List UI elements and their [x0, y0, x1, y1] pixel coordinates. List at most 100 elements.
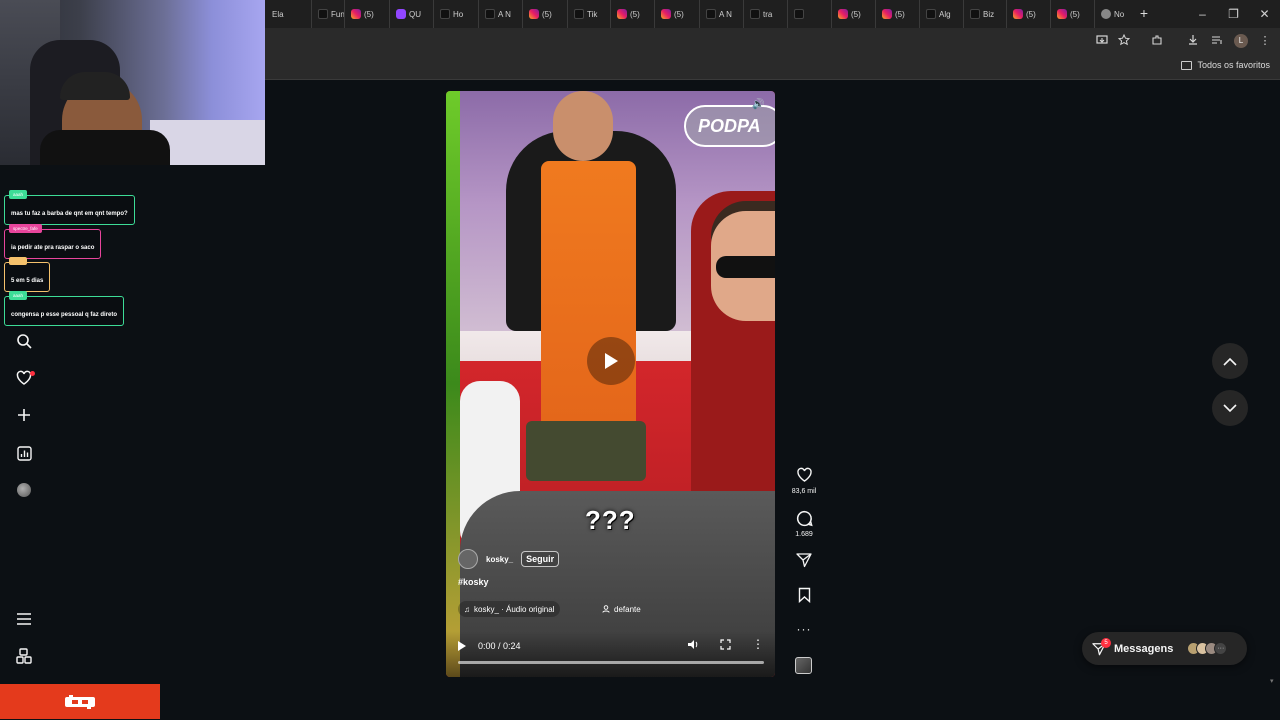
- volume-icon[interactable]: [687, 639, 699, 653]
- like-heart-icon[interactable]: [788, 467, 820, 485]
- sound-indicator-icon[interactable]: 🔊: [752, 99, 764, 110]
- share-action[interactable]: [788, 552, 820, 570]
- messages-button[interactable]: Messagens ···: [1082, 632, 1247, 665]
- audio-pill[interactable]: ♫ kosky_ · Áudio original: [458, 601, 561, 617]
- extensions-icon[interactable]: [1150, 34, 1164, 48]
- browser-tab-label: (5): [895, 9, 905, 19]
- author-avatar[interactable]: [458, 549, 478, 569]
- more-actions-icon[interactable]: ···: [788, 622, 820, 636]
- browser-tab[interactable]: (5): [610, 0, 654, 28]
- restore-button[interactable]: ❐: [1218, 0, 1249, 28]
- audio-label: kosky_ · Áudio original: [474, 604, 555, 614]
- threads-apps-icon[interactable]: [14, 646, 34, 666]
- save-action[interactable]: [788, 587, 820, 605]
- all-favorites-label: Todos os favoritos: [1197, 60, 1270, 70]
- video-man-head: [553, 91, 613, 161]
- bookmark-star-icon[interactable]: [1117, 33, 1131, 48]
- folder-icon: [1181, 60, 1193, 70]
- browser-tab[interactable]: No: [1094, 0, 1134, 28]
- person-icon: [602, 605, 610, 613]
- browser-tab[interactable]: (5): [654, 0, 699, 28]
- webcam-shirt: [40, 130, 170, 165]
- browser-tab-label: tra: [763, 9, 773, 19]
- video-controls: 0:00 / 0:24 ⋮: [446, 631, 775, 677]
- browser-tab-label: Ela: [272, 9, 284, 19]
- chat-message: spectre_fafeia pedir ate pra raspar o sa…: [4, 224, 102, 259]
- instagram-icon: [838, 9, 848, 19]
- menu-hamburger-icon[interactable]: [14, 609, 34, 629]
- more-options-icon[interactable]: ⋮: [752, 637, 764, 651]
- profile-avatar[interactable]: L: [1234, 34, 1248, 48]
- progress-track[interactable]: [458, 661, 764, 664]
- chat-message: aaah congensa p esse pessoal q faz direto: [4, 291, 125, 326]
- browser-tab[interactable]: Ela: [266, 0, 311, 28]
- coauthor-label: defante: [614, 604, 641, 614]
- messages-label: Messagens: [1114, 642, 1174, 655]
- chevron-down-icon: [1223, 403, 1237, 412]
- video-man-pants: [526, 421, 646, 481]
- browser-tab[interactable]: tra: [743, 0, 787, 28]
- previous-reel-button[interactable]: [1212, 343, 1248, 379]
- browser-tab[interactable]: Ho: [433, 0, 478, 28]
- browser-tab[interactable]: (5): [831, 0, 875, 28]
- tiktok-icon: [750, 9, 760, 19]
- video-green-edge: [446, 91, 460, 677]
- browser-tab[interactable]: (5): [1050, 0, 1094, 28]
- like-action[interactable]: 83,6 mil: [788, 467, 820, 495]
- webcam-cap: [60, 72, 130, 100]
- new-tab-button[interactable]: +: [1136, 5, 1152, 21]
- browser-tab-label: (5): [542, 9, 552, 19]
- video-orange-apron: [541, 161, 636, 446]
- browser-tab[interactable]: A N: [699, 0, 743, 28]
- browser-tab[interactable]: (5): [1006, 0, 1050, 28]
- audio-thumbnail[interactable]: [795, 657, 812, 674]
- coauthor-tag[interactable]: defante: [596, 601, 647, 617]
- search-icon[interactable]: [14, 331, 34, 351]
- like-count: 83,6 mil: [791, 488, 817, 495]
- webcam-overlay: [0, 0, 265, 165]
- browser-tab[interactable]: Fun: [311, 0, 345, 28]
- browser-tab[interactable]: Biz: [963, 0, 1006, 28]
- comment-bubble-icon[interactable]: [788, 510, 820, 528]
- browser-tab[interactable]: A N: [478, 0, 522, 28]
- close-window-button[interactable]: ✕: [1249, 0, 1280, 28]
- chat-text: ia pedir ate pra raspar o saco: [11, 245, 95, 251]
- browser-tab-label: (5): [364, 9, 374, 19]
- browser-menu-icon[interactable]: ⋮: [1258, 34, 1272, 48]
- browser-tab[interactable]: QU: [389, 0, 433, 28]
- comment-action[interactable]: 1.689: [788, 510, 820, 538]
- chat-username: aaah: [9, 291, 28, 300]
- stream-logo: [0, 684, 160, 719]
- browser-tab[interactable]: (5): [875, 0, 919, 28]
- browser-tab-label: (5): [674, 9, 684, 19]
- browser-tab-label: (5): [1070, 9, 1080, 19]
- play-button[interactable]: [458, 641, 466, 654]
- reel-video[interactable]: PODPA 🔊 ??? kosky_ Seguir #kosky ♫ kosky…: [446, 91, 775, 677]
- next-reel-button[interactable]: [1212, 390, 1248, 426]
- install-app-icon[interactable]: [1095, 34, 1109, 48]
- create-plus-icon[interactable]: [14, 405, 34, 425]
- browser-tab[interactable]: Tik: [567, 0, 610, 28]
- reel-hashtag[interactable]: #kosky: [458, 577, 489, 587]
- browser-tab-label: Tik: [587, 9, 598, 19]
- fullscreen-icon[interactable]: [720, 639, 731, 653]
- minimize-button[interactable]: –: [1187, 0, 1218, 28]
- download-icon[interactable]: [1186, 34, 1200, 48]
- scroll-down-icon[interactable]: ▾: [1270, 677, 1274, 685]
- play-overlay-button[interactable]: [587, 337, 635, 385]
- dashboard-icon[interactable]: [14, 443, 34, 463]
- browser-tab[interactable]: (5): [344, 0, 389, 28]
- bookmarks-bar: Todos os favoritos: [265, 54, 1280, 80]
- profile-avatar-icon[interactable]: [17, 483, 31, 497]
- follow-button[interactable]: Seguir: [521, 551, 560, 567]
- chat-username: spectre_fafe: [9, 224, 42, 233]
- browser-tab[interactable]: Alg: [919, 0, 963, 28]
- browser-tab[interactable]: [787, 0, 831, 28]
- share-send-icon[interactable]: [788, 552, 820, 570]
- browser-tab[interactable]: (5): [522, 0, 567, 28]
- instagram-icon: [351, 9, 361, 19]
- author-username[interactable]: kosky_: [486, 555, 513, 564]
- bookmark-save-icon[interactable]: [788, 587, 820, 605]
- all-favorites-folder[interactable]: Todos os favoritos: [1181, 60, 1270, 70]
- media-control-icon[interactable]: [1210, 34, 1224, 48]
